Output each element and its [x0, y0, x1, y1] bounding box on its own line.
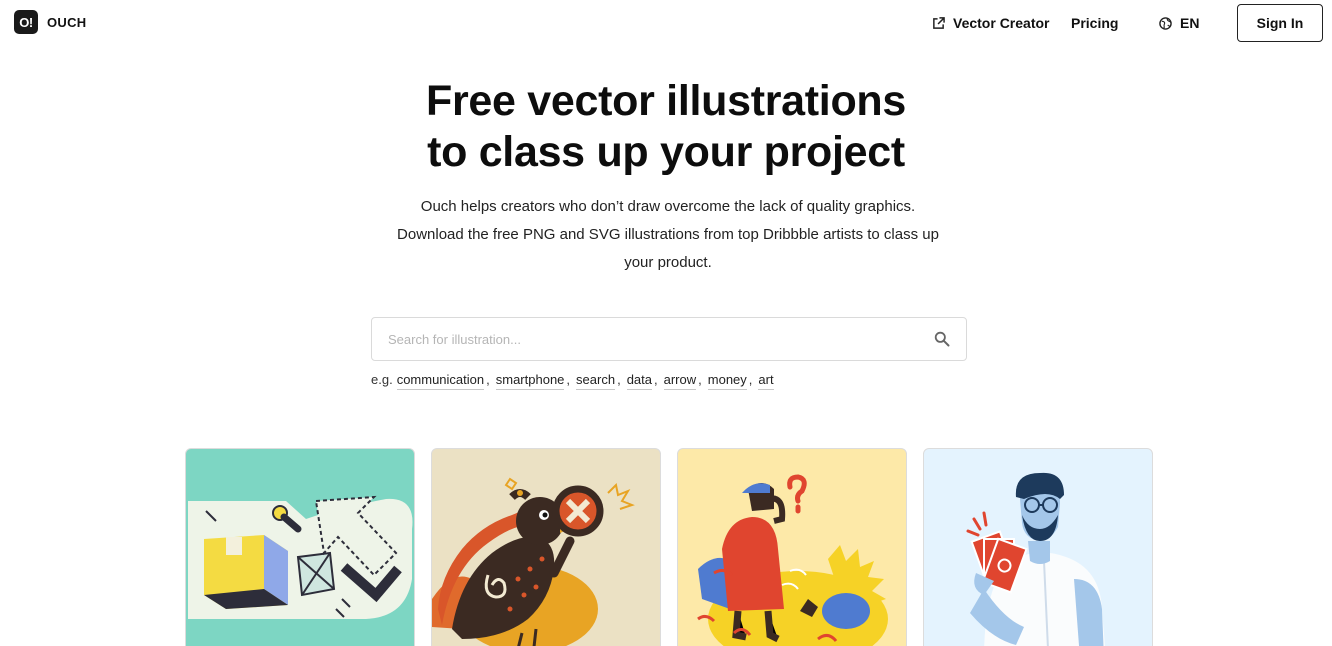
example-tag-arrow[interactable]: arrow	[663, 372, 697, 390]
logo-text: OUCH	[47, 14, 87, 30]
bird-magnifier-illustration	[432, 477, 635, 646]
logo-link[interactable]: O! OUCH	[14, 10, 86, 34]
nav-pricing[interactable]: Pricing	[1071, 0, 1118, 46]
illustration-card-bird-magnifier[interactable]	[431, 448, 661, 646]
language-label: EN	[1180, 15, 1200, 31]
external-link-icon	[933, 16, 945, 29]
man-with-money-illustration	[966, 472, 1105, 646]
search-box	[371, 317, 967, 361]
illustration-card-box-arrow[interactable]	[185, 448, 415, 646]
examples-prefix: e.g.	[371, 372, 393, 387]
example-tag-data[interactable]: data	[626, 372, 652, 390]
logo-badge: O!	[14, 10, 38, 34]
language-selector[interactable]: EN	[1159, 0, 1199, 46]
example-tag-art[interactable]: art	[758, 372, 774, 390]
page-title: Free vector illustrations to class up yo…	[0, 76, 1332, 178]
title-line-1: Free vector illustrations	[426, 77, 906, 125]
nav-vector-creator-label: Vector Creator	[953, 15, 1050, 31]
subtitle-line-2: Download the free PNG and SVG illustrati…	[397, 226, 939, 243]
hero-subtitle: Ouch helps creators who don’t draw overc…	[366, 193, 970, 277]
nav-pricing-label: Pricing	[1071, 15, 1119, 31]
top-header: O! OUCH Vector Creator Pricing EN Sign I…	[0, 0, 1332, 46]
title-line-2: to class up your project	[427, 128, 905, 176]
nav-vector-creator[interactable]: Vector Creator	[932, 0, 1049, 46]
sign-in-button[interactable]: Sign In	[1237, 4, 1323, 42]
illustration-card-confused-person[interactable]	[677, 448, 907, 646]
example-tag-communication[interactable]: communication	[396, 372, 485, 390]
example-tag-search[interactable]: search	[576, 372, 616, 390]
example-tag-money[interactable]: money	[707, 372, 747, 390]
example-tag-smartphone[interactable]: smartphone	[495, 372, 565, 390]
subtitle-line-3: your product.	[624, 254, 712, 271]
confused-person-illustration	[697, 474, 888, 646]
subtitle-line-1: Ouch helps creators who don’t draw overc…	[420, 198, 916, 215]
globe-icon	[1159, 16, 1172, 30]
search-icon[interactable]	[934, 331, 950, 347]
search-examples: e.g. communication, smartphone, search, …	[371, 372, 776, 390]
box-arrow-illustration	[188, 495, 413, 619]
search-input[interactable]	[372, 318, 922, 360]
illustration-card-man-with-money[interactable]	[923, 448, 1153, 646]
